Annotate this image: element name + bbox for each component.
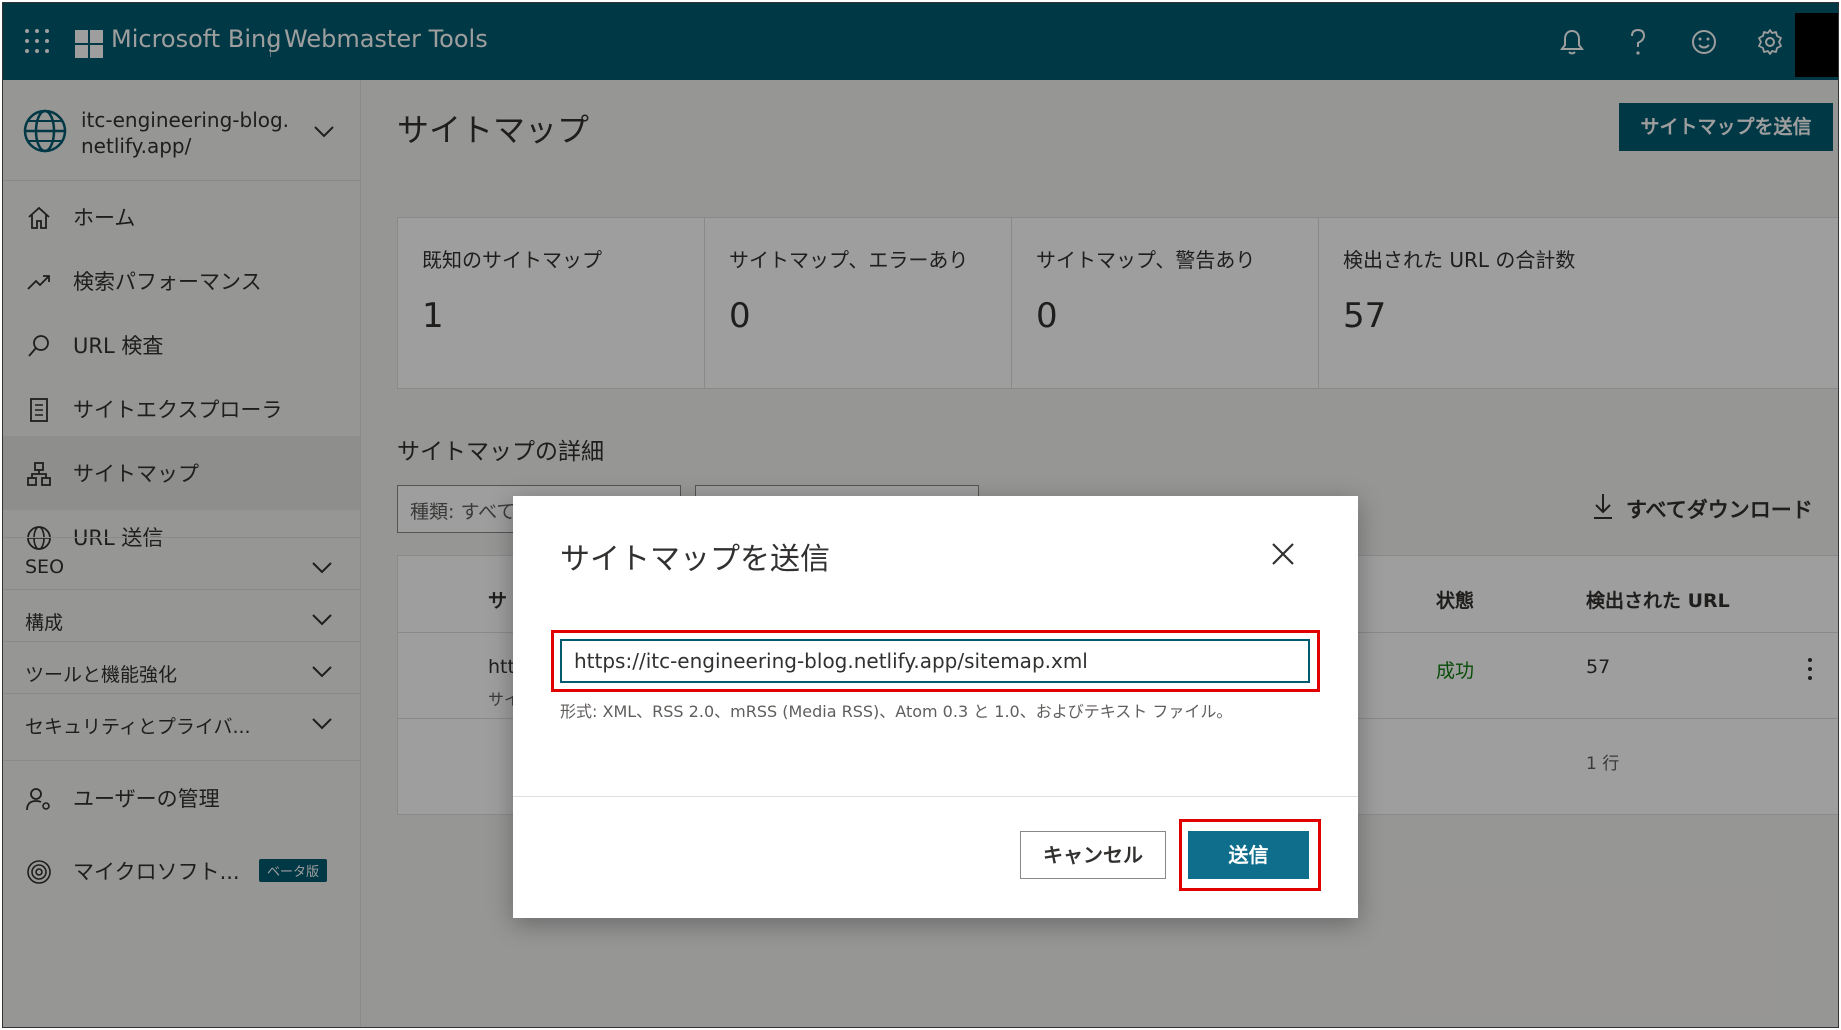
dialog-divider [513,796,1358,797]
close-icon[interactable] [1265,536,1301,572]
sitemap-url-input[interactable] [560,639,1310,683]
cancel-button[interactable]: キャンセル [1020,831,1166,879]
submit-sitemap-dialog: サイトマップを送信 形式: XML、RSS 2.0、mRSS (Media RS… [513,496,1358,918]
send-button[interactable]: 送信 [1188,831,1309,879]
dialog-title: サイトマップを送信 [560,542,830,577]
app-window: Microsoft Bing Webmaster Tools itc-engin… [2,2,1839,1028]
format-hint: 形式: XML、RSS 2.0、mRSS (Media RSS)、Atom 0.… [560,702,1233,721]
